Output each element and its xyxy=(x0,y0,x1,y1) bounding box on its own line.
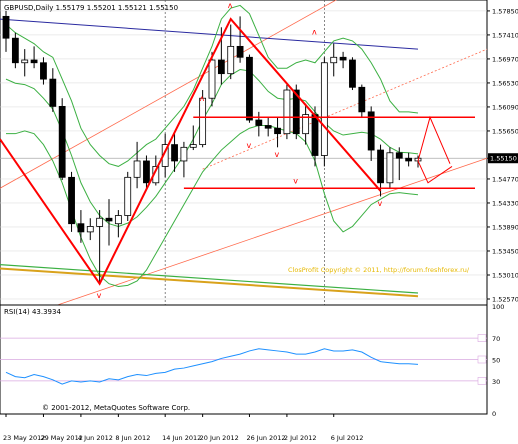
price-tick-label: 1.53010 xyxy=(492,271,518,279)
candle-body xyxy=(208,59,216,99)
candle-body xyxy=(11,37,19,64)
candle-body xyxy=(395,152,403,159)
rsi-scale-label: 50 xyxy=(492,357,500,365)
candle-body xyxy=(330,56,338,64)
price-tick-label: 1.57410 xyxy=(492,31,518,39)
time-tick-label: 20 Jun 2012 xyxy=(200,434,239,442)
candle-body xyxy=(180,146,188,162)
candle-body xyxy=(377,149,384,184)
candle-body xyxy=(311,114,319,156)
price-axis: 1.57850 1.57410 1.56970 1.56530 1.56090 1.556… xyxy=(487,7,518,303)
candle-body xyxy=(320,62,328,156)
price-tick-label: 1.54330 xyxy=(492,199,518,207)
time-tick-label: 29 May 2012 xyxy=(40,434,82,442)
candle-body xyxy=(358,86,366,113)
price-panel: ʌ ʌ ʌ v v v v v GBPUSD,Daily 1.55179 1.55201 1.… xyxy=(0,0,488,326)
candle-body xyxy=(86,226,94,233)
price-tick-label: 1.55650 xyxy=(492,127,518,135)
fractal-up-marker: ʌ xyxy=(200,94,205,103)
candle-body xyxy=(199,97,207,145)
fractal-down-marker: v xyxy=(275,150,280,159)
time-tick-label: 23 May 2012 xyxy=(3,434,45,442)
price-tick-label: 1.53450 xyxy=(492,247,518,255)
candle-body xyxy=(143,160,150,184)
time-tick-label: 14 Jun 2012 xyxy=(162,434,201,442)
candle-body xyxy=(227,45,235,75)
fractal-down-marker: v xyxy=(97,291,102,300)
candle-body xyxy=(124,176,132,216)
time-tick-label: 4 Jun 2012 xyxy=(78,434,113,442)
rsi-panel: RSI(14) 43.3934 © 2001-2012, MetaQuotes … xyxy=(0,304,488,415)
time-tick-label: 6 Jul 2012 xyxy=(331,434,364,442)
candle-body xyxy=(2,15,10,39)
candle-body xyxy=(246,56,253,121)
candle-body xyxy=(49,78,57,107)
fractal-up-marker: ʌ xyxy=(228,1,233,10)
time-tick-label: 26 Jun 2012 xyxy=(246,434,285,442)
candle-body xyxy=(255,119,263,126)
fractal-down-marker: v xyxy=(293,176,298,185)
candle-body xyxy=(339,56,347,61)
candle-body xyxy=(405,157,413,162)
candle-body xyxy=(30,59,38,64)
candle-body xyxy=(349,59,356,88)
rsi-axis: 100 70 50 30 0 xyxy=(492,303,504,418)
candle-body xyxy=(264,125,272,129)
time-axis: 23 May 201229 May 20124 Jun 2012 8 Jun 20… xyxy=(3,414,363,442)
rsi-scale-label: 70 xyxy=(492,335,500,343)
candle-body xyxy=(96,217,104,227)
rsi-level-marker xyxy=(477,377,487,385)
candle-body xyxy=(105,217,113,222)
current-price-label: 1.55150 xyxy=(490,155,517,163)
price-tick-label: 1.56530 xyxy=(492,79,518,87)
price-tick-label: 1.53890 xyxy=(492,223,518,231)
candle-body xyxy=(386,152,394,184)
candle-body xyxy=(236,45,244,58)
rsi-level-marker xyxy=(477,355,487,364)
watermark-text: ClosProfit Copyright © 2011, http://foru… xyxy=(288,266,470,274)
candle-body xyxy=(133,160,141,178)
rsi-title: RSI(14) 43.3934 xyxy=(4,308,61,316)
fractal-down-marker: v xyxy=(246,141,251,150)
candle-body xyxy=(217,59,225,75)
rsi-level-marker xyxy=(477,334,487,342)
candle-body xyxy=(283,89,291,135)
candle-body xyxy=(40,62,47,80)
price-tick-label: 1.54770 xyxy=(492,175,518,183)
candle-body xyxy=(68,176,75,225)
candle-body xyxy=(171,144,178,162)
price-tick-label: 1.57850 xyxy=(492,7,518,15)
candle-body xyxy=(274,127,281,135)
price-tick-label: 1.56970 xyxy=(492,55,518,63)
candle-body xyxy=(77,223,85,233)
price-tick-label: 1.56090 xyxy=(492,103,518,111)
candle-body xyxy=(114,215,122,225)
time-tick-label: 8 Jun 2012 xyxy=(115,434,150,442)
candle-body xyxy=(21,59,29,64)
time-tick-label: 2 Jul 2012 xyxy=(284,434,317,442)
fractal-down-marker: v xyxy=(378,199,383,208)
forex-chart: ʌ ʌ ʌ v v v v v GBPUSD,Daily 1.55179 1.55201 1.… xyxy=(0,0,518,442)
fractal-up-marker: ʌ xyxy=(312,27,317,36)
candle-body xyxy=(189,144,197,148)
rsi-scale-label: 30 xyxy=(492,378,500,386)
rsi-scale-label: 100 xyxy=(492,303,504,311)
copyright-text: © 2001-2012, MetaQuotes Software Corp. xyxy=(42,404,190,412)
chart-title: GBPUSD,Daily 1.55179 1.55201 1.55121 1.5… xyxy=(4,4,178,12)
candle-body xyxy=(58,105,66,178)
rsi-scale-label: 0 xyxy=(492,410,496,418)
